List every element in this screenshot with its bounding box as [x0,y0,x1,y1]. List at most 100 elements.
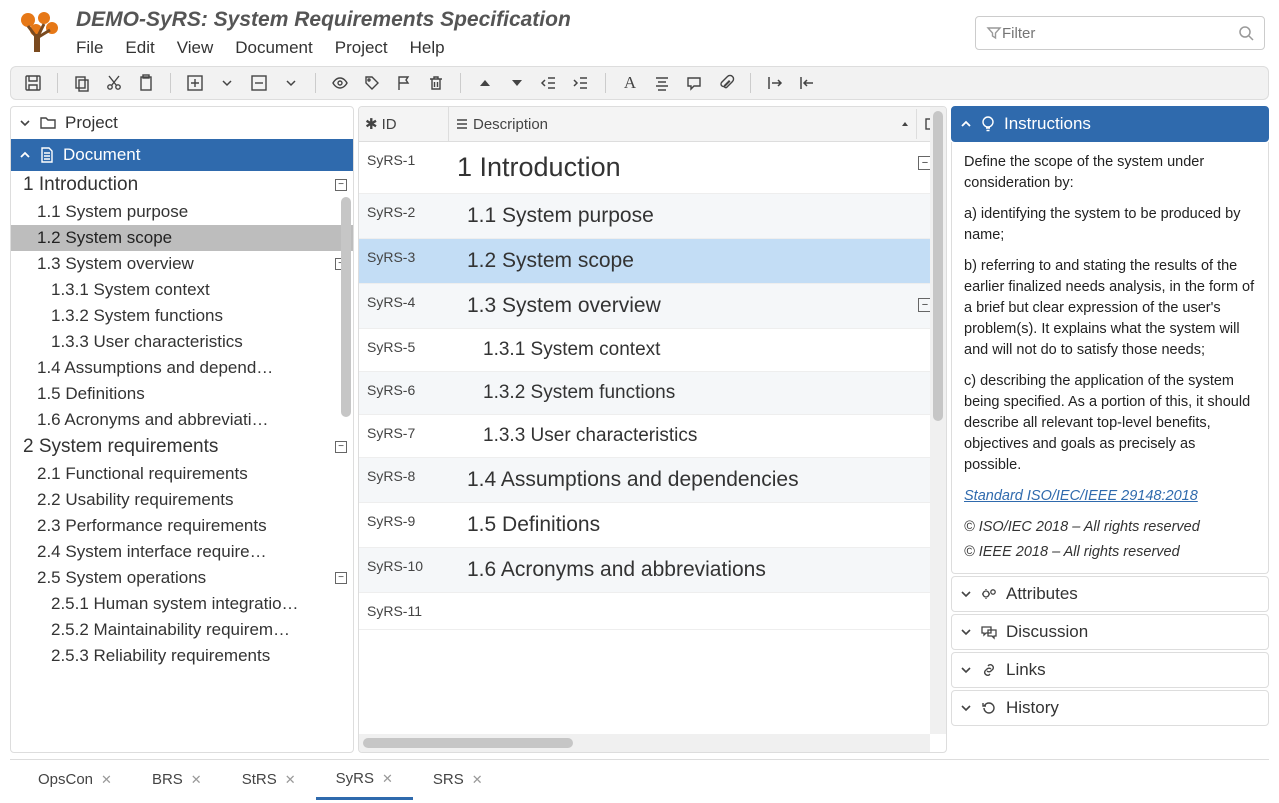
tab-syrs[interactable]: SyRS✕ [316,760,413,800]
menu-project[interactable]: Project [335,38,388,58]
document-tree[interactable]: 1 Introduction−1.1 System purpose1.2 Sys… [11,171,353,669]
align-icon[interactable] [652,73,672,93]
grid-row[interactable]: SyRS-51.3.1 System context [359,329,946,372]
grid-row[interactable]: SyRS-61.3.2 System functions [359,372,946,415]
tree-item[interactable]: 2.3 Performance requirements [11,513,353,539]
save-icon[interactable] [23,73,43,93]
attachment-icon[interactable] [716,73,736,93]
attributes-header[interactable]: Attributes [951,576,1269,612]
tree-item[interactable]: 2.5.1 Human system integratio… [11,591,353,617]
tree-item[interactable]: 1.3.3 User characteristics [11,329,353,355]
grid-row[interactable]: SyRS-31.2 System scope [359,239,946,284]
remove-box-icon[interactable] [249,73,269,93]
menu-help[interactable]: Help [410,38,445,58]
col-header-description[interactable]: Description [449,108,916,141]
chevron-down-icon[interactable] [281,73,301,93]
tab-srs[interactable]: SRS✕ [413,760,503,799]
tree-item[interactable]: 1.6 Acronyms and abbreviati… [11,407,353,433]
list-icon [455,117,469,131]
tab-strs[interactable]: StRS✕ [222,760,316,799]
move-up-icon[interactable] [475,73,495,93]
tree-item[interactable]: 1.3 System overview− [11,251,353,277]
col-header-id[interactable]: ✱ ID [359,107,449,141]
grid-row[interactable]: SyRS-71.3.3 User characteristics [359,415,946,458]
tree-item[interactable]: 2.1 Functional requirements [11,461,353,487]
grid-row[interactable]: SyRS-41.3 System overview− [359,284,946,329]
close-icon[interactable]: ✕ [382,771,393,787]
grid-scrollbar-horizontal[interactable] [359,734,930,752]
tag-icon[interactable] [362,73,382,93]
project-panel-header[interactable]: Project [11,107,353,139]
history-icon [980,700,998,716]
close-icon[interactable]: ✕ [191,772,202,788]
grid-row[interactable]: SyRS-21.1 System purpose [359,194,946,239]
grid-row[interactable]: SyRS-11 [359,593,946,630]
collapse-toggle[interactable]: − [335,179,347,191]
grid-row[interactable]: SyRS-91.5 Definitions [359,503,946,548]
tab-brs[interactable]: BRS✕ [132,760,222,799]
close-icon[interactable]: ✕ [285,772,296,788]
tree-item[interactable]: 1.4 Assumptions and depend… [11,355,353,381]
grid-row[interactable]: SyRS-81.4 Assumptions and dependencies [359,458,946,503]
document-panel-header[interactable]: Document [11,139,353,171]
tree-item[interactable]: 2.5.2 Maintainability requirem… [11,617,353,643]
grid-body[interactable]: SyRS-11 Introduction−SyRS-21.1 System pu… [359,142,946,752]
standard-link[interactable]: Standard ISO/IEC/IEEE 29148:2018 [964,488,1198,504]
collapse-toggle[interactable]: − [335,441,347,453]
font-icon[interactable]: A [620,73,640,93]
cell-id: SyRS-7 [359,415,449,457]
cell-description: 1.6 Acronyms and abbreviations [449,548,946,592]
search-icon[interactable] [1238,25,1254,41]
close-icon[interactable]: ✕ [472,772,483,788]
menubar: File Edit View Document Project Help [76,38,961,58]
discussion-header[interactable]: Discussion [951,614,1269,650]
menu-file[interactable]: File [76,38,103,58]
menu-document[interactable]: Document [235,38,312,58]
eye-icon[interactable] [330,73,350,93]
folder-icon [39,115,57,131]
links-header[interactable]: Links [951,652,1269,688]
filter-input[interactable] [1002,25,1238,42]
sort-asc-icon[interactable] [900,119,910,129]
chevron-down-icon [19,117,31,129]
cell-description: 1.2 System scope [449,239,946,283]
chevron-down-icon[interactable] [217,73,237,93]
tree-item[interactable]: 1.1 System purpose [11,199,353,225]
collapse-toggle[interactable]: − [335,572,347,584]
tree-item[interactable]: 1.5 Definitions [11,381,353,407]
chat-icon [980,624,998,640]
cut-icon[interactable] [104,73,124,93]
collapse-width-icon[interactable] [797,73,817,93]
tree-item[interactable]: 1.3.1 System context [11,277,353,303]
tree-item[interactable]: 1.3.2 System functions [11,303,353,329]
history-header[interactable]: History [951,690,1269,726]
tab-opscon[interactable]: OpsCon✕ [18,760,132,799]
move-down-icon[interactable] [507,73,527,93]
tree-item[interactable]: 2.5.3 Reliability requirements [11,643,353,669]
indent-icon[interactable] [571,73,591,93]
paste-icon[interactable] [136,73,156,93]
close-icon[interactable]: ✕ [101,772,112,788]
tree-item[interactable]: 1.2 System scope [11,225,353,251]
grid-scrollbar-vertical[interactable] [930,107,946,734]
outdent-icon[interactable] [539,73,559,93]
tree-item[interactable]: 2 System requirements− [11,433,353,461]
trash-icon[interactable] [426,73,446,93]
flag-icon[interactable] [394,73,414,93]
filter-box[interactable] [975,16,1265,50]
comment-icon[interactable] [684,73,704,93]
add-box-icon[interactable] [185,73,205,93]
copy-icon[interactable] [72,73,92,93]
tree-item[interactable]: 2.2 Usability requirements [11,487,353,513]
grid-row[interactable]: SyRS-11 Introduction− [359,142,946,194]
menu-view[interactable]: View [177,38,214,58]
tree-item[interactable]: 2.4 System interface require… [11,539,353,565]
tree-scrollbar-thumb[interactable] [341,197,351,417]
document-label: Document [63,145,140,165]
tree-item[interactable]: 1 Introduction− [11,171,353,199]
tree-item[interactable]: 2.5 System operations− [11,565,353,591]
instructions-header[interactable]: Instructions [951,106,1269,142]
expand-width-icon[interactable] [765,73,785,93]
menu-edit[interactable]: Edit [125,38,154,58]
grid-row[interactable]: SyRS-101.6 Acronyms and abbreviations [359,548,946,593]
